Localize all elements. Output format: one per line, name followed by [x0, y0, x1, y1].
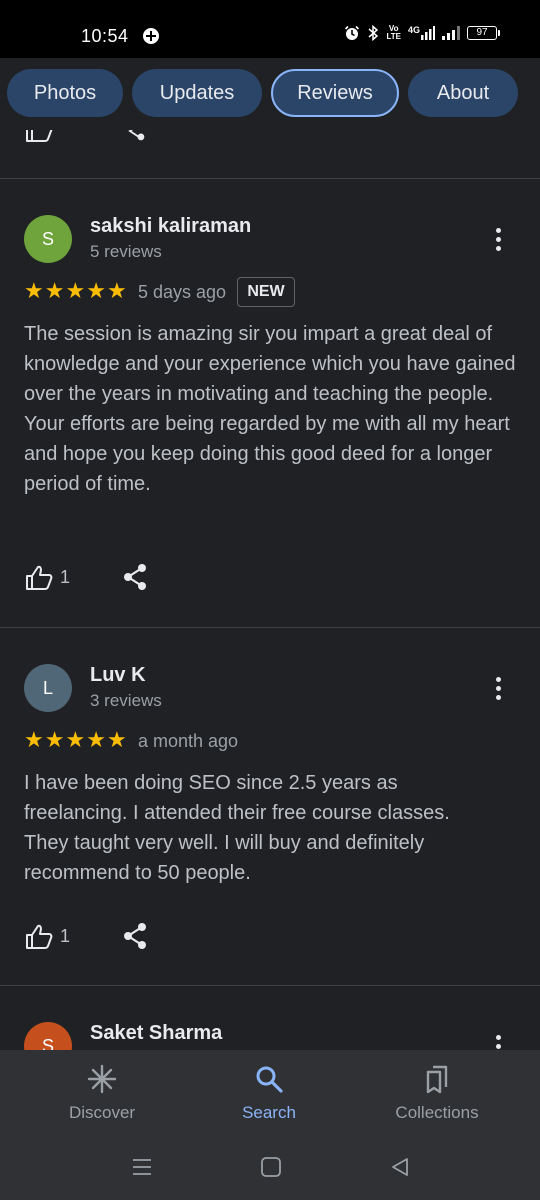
- review-author-count: 5 reviews: [90, 242, 162, 261]
- star-icon: ★: [86, 727, 106, 752]
- previous-review-actions: [24, 130, 54, 147]
- signal-icon: [421, 26, 435, 40]
- network-type: 4G: [408, 26, 435, 40]
- review-author[interactable]: sakshi kaliraman: [90, 215, 251, 238]
- review-card: S sakshi kaliraman 5 reviews ★ ★ ★ ★ ★ 5…: [0, 179, 540, 627]
- star-icon: ★: [24, 278, 44, 303]
- review-card: L Luv K 3 reviews ★ ★ ★ ★ ★ a month ago …: [0, 628, 540, 985]
- signal-icon-2: [442, 26, 460, 40]
- recents-icon[interactable]: [131, 1156, 153, 1178]
- nav-discover[interactable]: Discover: [12, 1050, 192, 1140]
- tab-photos[interactable]: Photos: [7, 69, 123, 117]
- more-options-icon[interactable]: [486, 1031, 510, 1050]
- back-icon[interactable]: [389, 1156, 411, 1178]
- nav-label: Search: [242, 1103, 296, 1122]
- share-icon[interactable]: [122, 563, 148, 591]
- star-icon: ★: [65, 727, 86, 752]
- collections-icon: [426, 1065, 448, 1094]
- tab-updates[interactable]: Updates: [132, 69, 262, 117]
- review-date: 5 days ago: [138, 282, 227, 302]
- status-time: 10:54: [81, 26, 129, 46]
- review-author-count: 3 reviews: [90, 691, 162, 710]
- alarm-icon: [345, 25, 360, 40]
- previous-share-icon[interactable]: [122, 130, 148, 142]
- status-bar: 10:54 Vo LTE 4G 97: [0, 0, 540, 58]
- share-icon[interactable]: [122, 922, 148, 950]
- review-author[interactable]: Luv K: [90, 664, 146, 687]
- star-icon: ★: [24, 727, 44, 752]
- star-icon: ★: [44, 278, 65, 303]
- bluetooth-icon: [368, 25, 379, 41]
- like-button[interactable]: 1: [24, 564, 70, 590]
- tab-about[interactable]: About: [408, 69, 518, 117]
- star-icon: ★: [44, 727, 65, 752]
- more-options-icon[interactable]: [486, 673, 510, 703]
- nav-label: Discover: [68, 1103, 136, 1122]
- star-icon: ★: [65, 278, 86, 303]
- bottom-navigation: Discover Search Collections: [0, 1050, 540, 1140]
- avatar[interactable]: S: [24, 1022, 72, 1050]
- new-badge: NEW: [237, 277, 295, 307]
- system-navigation-bar: [0, 1140, 540, 1200]
- search-icon: [256, 1066, 283, 1093]
- home-icon[interactable]: [260, 1156, 282, 1178]
- nav-collections[interactable]: Collections: [347, 1050, 527, 1140]
- status-icons: Vo LTE 4G 97: [344, 25, 500, 41]
- nav-label: Collections: [395, 1103, 479, 1122]
- like-count: 1: [60, 925, 71, 946]
- reviews-list[interactable]: S sakshi kaliraman 5 reviews ★ ★ ★ ★ ★ 5…: [0, 130, 540, 1050]
- thumbs-up-icon: [26, 565, 53, 590]
- discover-icon: [87, 1064, 117, 1094]
- like-button[interactable]: 1: [24, 923, 70, 949]
- avatar[interactable]: L: [24, 664, 72, 712]
- review-text: I have been doing SEO since 2.5 years as…: [24, 772, 450, 884]
- avatar[interactable]: S: [24, 215, 72, 263]
- tab-bar: Photos Updates Reviews About: [0, 58, 540, 130]
- star-icon: ★: [106, 278, 127, 303]
- review-author[interactable]: Saket Sharma: [90, 1022, 222, 1045]
- star-rating: ★ ★ ★ ★ ★: [24, 729, 127, 751]
- battery-icon: 97: [467, 26, 500, 40]
- star-icon: ★: [106, 727, 127, 752]
- tab-reviews[interactable]: Reviews: [271, 69, 399, 117]
- star-rating: ★ ★ ★ ★ ★: [24, 280, 127, 302]
- volte-indicator: Vo LTE: [386, 24, 401, 41]
- more-options-icon[interactable]: [486, 224, 510, 254]
- like-count: 1: [60, 566, 71, 587]
- review-card: S Saket Sharma: [0, 986, 540, 1050]
- review-date: a month ago: [138, 731, 239, 751]
- thumbs-up-icon: [26, 924, 53, 949]
- star-icon: ★: [86, 278, 106, 303]
- thumbs-up-icon[interactable]: [24, 130, 54, 142]
- review-text: The session is amazing sir you impart a …: [24, 323, 516, 495]
- nav-search[interactable]: Search: [179, 1050, 359, 1140]
- app-notification-icon: [143, 28, 159, 44]
